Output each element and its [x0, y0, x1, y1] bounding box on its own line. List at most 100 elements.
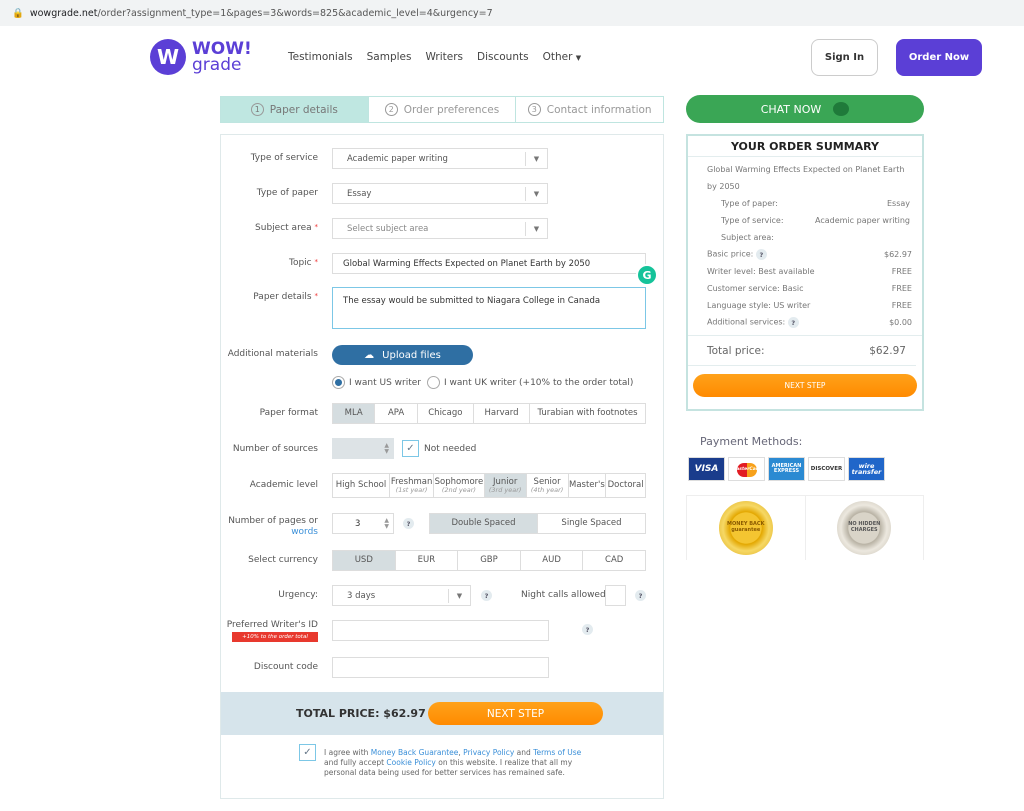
chevron-down-icon: ▼ [525, 187, 547, 201]
label-discount-code: Discount code [253, 662, 318, 672]
nav-other[interactable]: Other ▼ [543, 51, 582, 63]
tab-order-preferences[interactable]: 2 Order preferences [369, 97, 517, 122]
sources-stepper[interactable]: ▲ ▼ [332, 438, 394, 459]
label-additional-materials: Additional materials [227, 349, 318, 359]
help-icon[interactable]: ? [787, 317, 799, 328]
level-sophomore[interactable]: Sophomore (2nd year) [434, 474, 485, 497]
label-topic: Topic * [288, 258, 318, 268]
tab-paper-details[interactable]: 1 Paper details [221, 97, 369, 122]
chat-bubble-icon [833, 102, 850, 116]
terms-link[interactable]: Terms of Use [533, 748, 581, 757]
currency-cad[interactable]: CAD [583, 551, 645, 570]
label-subject-area: Subject area * [255, 223, 318, 233]
paper-details-textarea[interactable]: The essay would be submitted to Niagara … [332, 287, 646, 329]
format-harvard[interactable]: Harvard [474, 404, 531, 423]
level-high-school[interactable]: High School [333, 474, 391, 497]
mastercard-icon: MasterCard [728, 457, 765, 481]
format-turabian[interactable]: Turabian with footnotes [530, 404, 645, 423]
discount-code-input[interactable] [332, 657, 549, 678]
help-icon[interactable]: ? [481, 590, 492, 601]
format-mla[interactable]: MLA [333, 404, 376, 423]
double-spaced-option[interactable]: Double Spaced [430, 514, 538, 533]
summary-row: Additional services: ? $0.00 [707, 317, 912, 328]
label-type-of-paper: Type of paper [256, 188, 318, 198]
single-spaced-option[interactable]: Single Spaced [538, 514, 645, 533]
money-back-link[interactable]: Money Back Guarantee [371, 748, 459, 757]
nav-discounts[interactable]: Discounts [477, 51, 529, 63]
help-icon[interactable]: ? [755, 249, 767, 260]
not-needed-label: Not needed [424, 444, 477, 454]
no-hidden-charges-badge: NO HIDDEN CHARGES [837, 501, 892, 555]
format-apa[interactable]: APA [375, 404, 418, 423]
currency-selector: USD EUR GBP AUD CAD [332, 550, 646, 571]
summary-row: Basic price: ? $62.97 [707, 249, 912, 260]
summary-total: $62.97 [869, 344, 906, 357]
currency-eur[interactable]: EUR [396, 551, 459, 570]
stepper-arrows-icon[interactable]: ▲ ▼ [384, 517, 389, 530]
chevron-down-icon: ▼ [525, 152, 547, 166]
help-icon[interactable]: ? [635, 590, 646, 601]
currency-usd[interactable]: USD [333, 551, 396, 570]
payment-methods-title: Payment Methods: [700, 435, 803, 448]
preferred-writer-input[interactable] [332, 620, 549, 641]
stepper-arrows-icon[interactable]: ▲ ▼ [384, 442, 389, 455]
type-of-service-select[interactable]: Academic paper writing ▼ [332, 148, 548, 169]
type-of-paper-select[interactable]: Essay ▼ [332, 183, 548, 204]
summary-topic: Global Warming Effects Expected on Plane… [707, 165, 905, 191]
urgency-select[interactable]: 3 days ▼ [332, 585, 471, 606]
label-academic-level: Academic level [249, 480, 318, 490]
grammarly-icon[interactable]: G [636, 264, 658, 286]
address-bar[interactable]: 🔒 wowgrade.net/order?assignment_type=1&pa… [0, 0, 1024, 26]
discover-icon: DISCOVER [808, 457, 845, 481]
upload-files-button[interactable]: ☁ Upload files [332, 345, 473, 365]
nav-writers[interactable]: Writers [425, 51, 463, 63]
visa-icon: VISA [688, 457, 725, 481]
format-chicago[interactable]: Chicago [418, 404, 474, 423]
us-writer-radio[interactable]: I want US writer [332, 376, 421, 389]
order-summary: YOUR ORDER SUMMARY Global Warming Effect… [686, 134, 924, 411]
not-needed-checkbox[interactable]: ✓ [402, 440, 419, 457]
label-preferred-writer: Preferred Writer's ID [226, 620, 318, 630]
money-back-badge: MONEY BACK guarantee [718, 501, 773, 555]
academic-level-selector: High School Freshman (1st year) Sophomore… [332, 473, 646, 498]
guarantee-badges: MONEY BACK guarantee NO HIDDEN CHARGES [686, 495, 924, 560]
tab-contact-information[interactable]: 3 Contact information [516, 97, 663, 122]
currency-aud[interactable]: AUD [521, 551, 584, 570]
sign-in-button[interactable]: Sign In [811, 39, 878, 76]
cloud-upload-icon: ☁ [364, 349, 375, 361]
order-now-button[interactable]: Order Now [896, 39, 982, 76]
chat-now-button[interactable]: CHAT NOW [686, 95, 924, 123]
label-paper-details: Paper details * [253, 292, 318, 302]
level-masters[interactable]: Master's [569, 474, 607, 497]
night-calls-checkbox[interactable] [605, 585, 626, 606]
pages-stepper[interactable]: 3 ▲ ▼ [332, 513, 394, 534]
logo-icon: W [150, 39, 186, 75]
nav-testimonials[interactable]: Testimonials [288, 51, 353, 63]
summary-row: Customer service: Basic FREE [707, 284, 912, 293]
currency-gbp[interactable]: GBP [458, 551, 521, 570]
label-paper-format: Paper format [259, 408, 318, 418]
nav-samples[interactable]: Samples [367, 51, 412, 63]
label-urgency: Urgency: [278, 590, 318, 600]
cookie-policy-link[interactable]: Cookie Policy [386, 758, 435, 767]
level-doctoral[interactable]: Doctoral [606, 474, 645, 497]
agree-checkbox[interactable]: ✓ [299, 744, 316, 761]
chevron-down-icon: ▼ [448, 589, 470, 603]
topic-input[interactable]: Global Warming Effects Expected on Plane… [332, 253, 646, 274]
agreement-text: I agree with Money Back Guarantee, Priva… [324, 748, 582, 777]
words-link[interactable]: words [291, 527, 318, 537]
logo[interactable]: W WOW! grade [150, 39, 252, 75]
level-freshman[interactable]: Freshman (1st year) [390, 474, 435, 497]
level-senior[interactable]: Senior (4th year) [527, 474, 569, 497]
next-step-button[interactable]: NEXT STEP [428, 702, 603, 725]
night-calls-label: Night calls allowed [521, 590, 606, 600]
help-icon[interactable]: ? [403, 518, 414, 529]
summary-row: Writer level: Best available FREE [707, 267, 912, 276]
subject-area-select[interactable]: Select subject area ▼ [332, 218, 548, 239]
uk-writer-radio[interactable]: I want UK writer (+10% to the order tota… [427, 376, 633, 389]
privacy-policy-link[interactable]: Privacy Policy [463, 748, 514, 757]
help-icon[interactable]: ? [582, 624, 593, 635]
summary-next-step-button[interactable]: NEXT STEP [693, 374, 917, 397]
surcharge-ribbon: +10% to the order total [232, 632, 318, 642]
level-junior[interactable]: Junior (3rd year) [484, 474, 527, 497]
